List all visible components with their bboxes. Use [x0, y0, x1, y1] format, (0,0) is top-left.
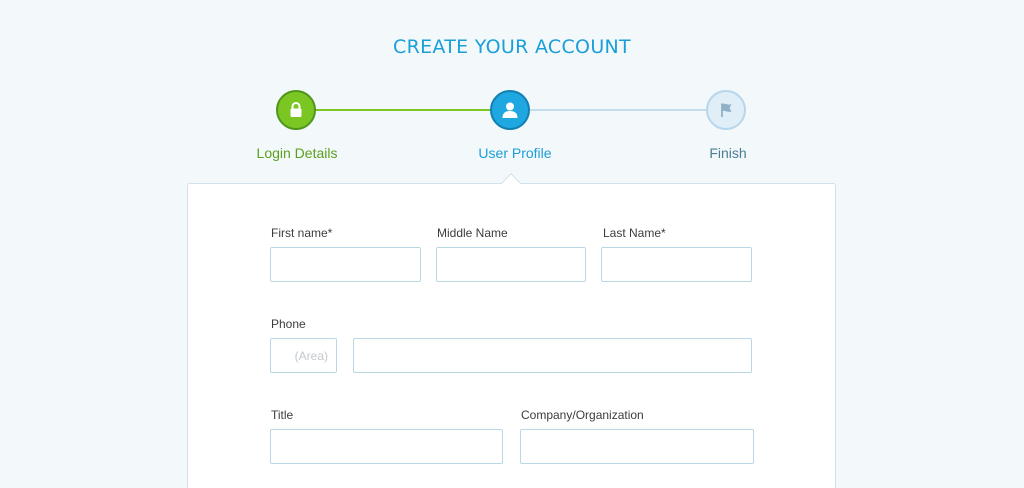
step-label-user-profile: User Profile: [478, 145, 552, 161]
page-title: CREATE YOUR ACCOUNT: [393, 36, 631, 58]
flag-icon: [721, 103, 732, 117]
progress-line-completed: [315, 109, 491, 111]
title-label: Title: [271, 408, 294, 422]
company-label: Company/Organization: [521, 408, 644, 422]
step-finish[interactable]: [706, 90, 746, 130]
step-user-profile[interactable]: [490, 90, 530, 130]
step-login-details[interactable]: [276, 90, 316, 130]
middle-name-label: Middle Name: [437, 226, 508, 240]
user-icon: [502, 102, 518, 118]
lock-icon: [290, 102, 302, 117]
last-name-label: Last Name*: [603, 226, 666, 240]
step-label-login-details: Login Details: [256, 145, 338, 161]
first-name-input[interactable]: [270, 247, 421, 282]
first-name-label: First name*: [271, 226, 333, 240]
phone-area-input[interactable]: [270, 338, 337, 373]
middle-name-input[interactable]: [436, 247, 586, 282]
company-input[interactable]: [520, 429, 754, 464]
create-account-page: CREATE YOUR ACCOUNT Login Details User P…: [0, 0, 1024, 488]
phone-number-input[interactable]: [353, 338, 752, 373]
title-input[interactable]: [270, 429, 503, 464]
step-label-finish: Finish: [709, 145, 747, 161]
progress-line-pending: [530, 109, 707, 111]
phone-label: Phone: [271, 317, 306, 331]
last-name-input[interactable]: [601, 247, 752, 282]
